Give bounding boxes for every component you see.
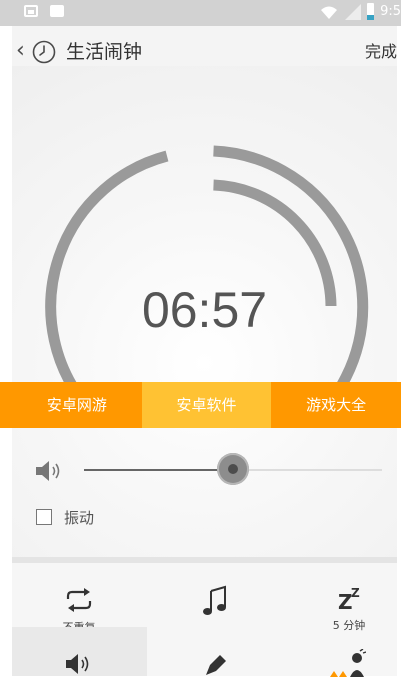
mail-notification-icon bbox=[50, 5, 64, 17]
vibrate-option[interactable]: 振动 bbox=[36, 506, 94, 528]
image-notification-icon bbox=[24, 5, 38, 17]
volume-slider-thumb[interactable] bbox=[217, 453, 249, 485]
left-margin bbox=[0, 0, 12, 676]
speaker-icon bbox=[66, 654, 89, 674]
volume-icon bbox=[36, 461, 60, 481]
vibrate-checkbox[interactable] bbox=[36, 509, 52, 525]
status-time: 9:5 bbox=[380, 4, 401, 19]
vibrate-label: 振动 bbox=[64, 508, 95, 527]
volume-slider-fill bbox=[84, 469, 233, 471]
snooze-option[interactable]: Z Z 5 分钟 bbox=[285, 585, 401, 633]
banner-partial-tab[interactable] bbox=[0, 382, 12, 428]
signal-icon bbox=[345, 3, 362, 20]
repeat-icon bbox=[66, 588, 92, 612]
bottom-actions bbox=[12, 627, 397, 677]
status-bar: 9:5 bbox=[0, 0, 401, 26]
music-note-icon bbox=[203, 585, 226, 615]
person-icon[interactable] bbox=[330, 649, 366, 677]
speaker-cell[interactable] bbox=[12, 627, 147, 676]
ringtone-option[interactable] bbox=[151, 585, 279, 623]
pencil-icon[interactable] bbox=[202, 651, 228, 677]
snooze-icon: Z Z bbox=[338, 586, 360, 614]
banner-tab-games-collection[interactable]: 游戏大全 bbox=[271, 382, 401, 428]
alarm-time[interactable]: 06:57 bbox=[12, 282, 397, 338]
volume-row bbox=[12, 453, 397, 486]
banner-tab-online-games[interactable]: 安卓网游 bbox=[12, 382, 142, 428]
time-dial[interactable] bbox=[12, 26, 397, 426]
banner-tab-software[interactable]: 安卓软件 bbox=[141, 382, 272, 428]
alarm-screen: ‹ 生活闹钟 完成 06:57 振动 Z Z 5 分钟 bbox=[12, 26, 397, 676]
right-margin bbox=[397, 0, 401, 676]
svg-text:Z: Z bbox=[351, 586, 360, 600]
wifi-icon bbox=[321, 6, 338, 19]
volume-slider[interactable] bbox=[84, 453, 382, 485]
promo-banner: 安卓网游 安卓软件 游戏大全 bbox=[0, 382, 401, 428]
battery-icon bbox=[367, 3, 375, 20]
